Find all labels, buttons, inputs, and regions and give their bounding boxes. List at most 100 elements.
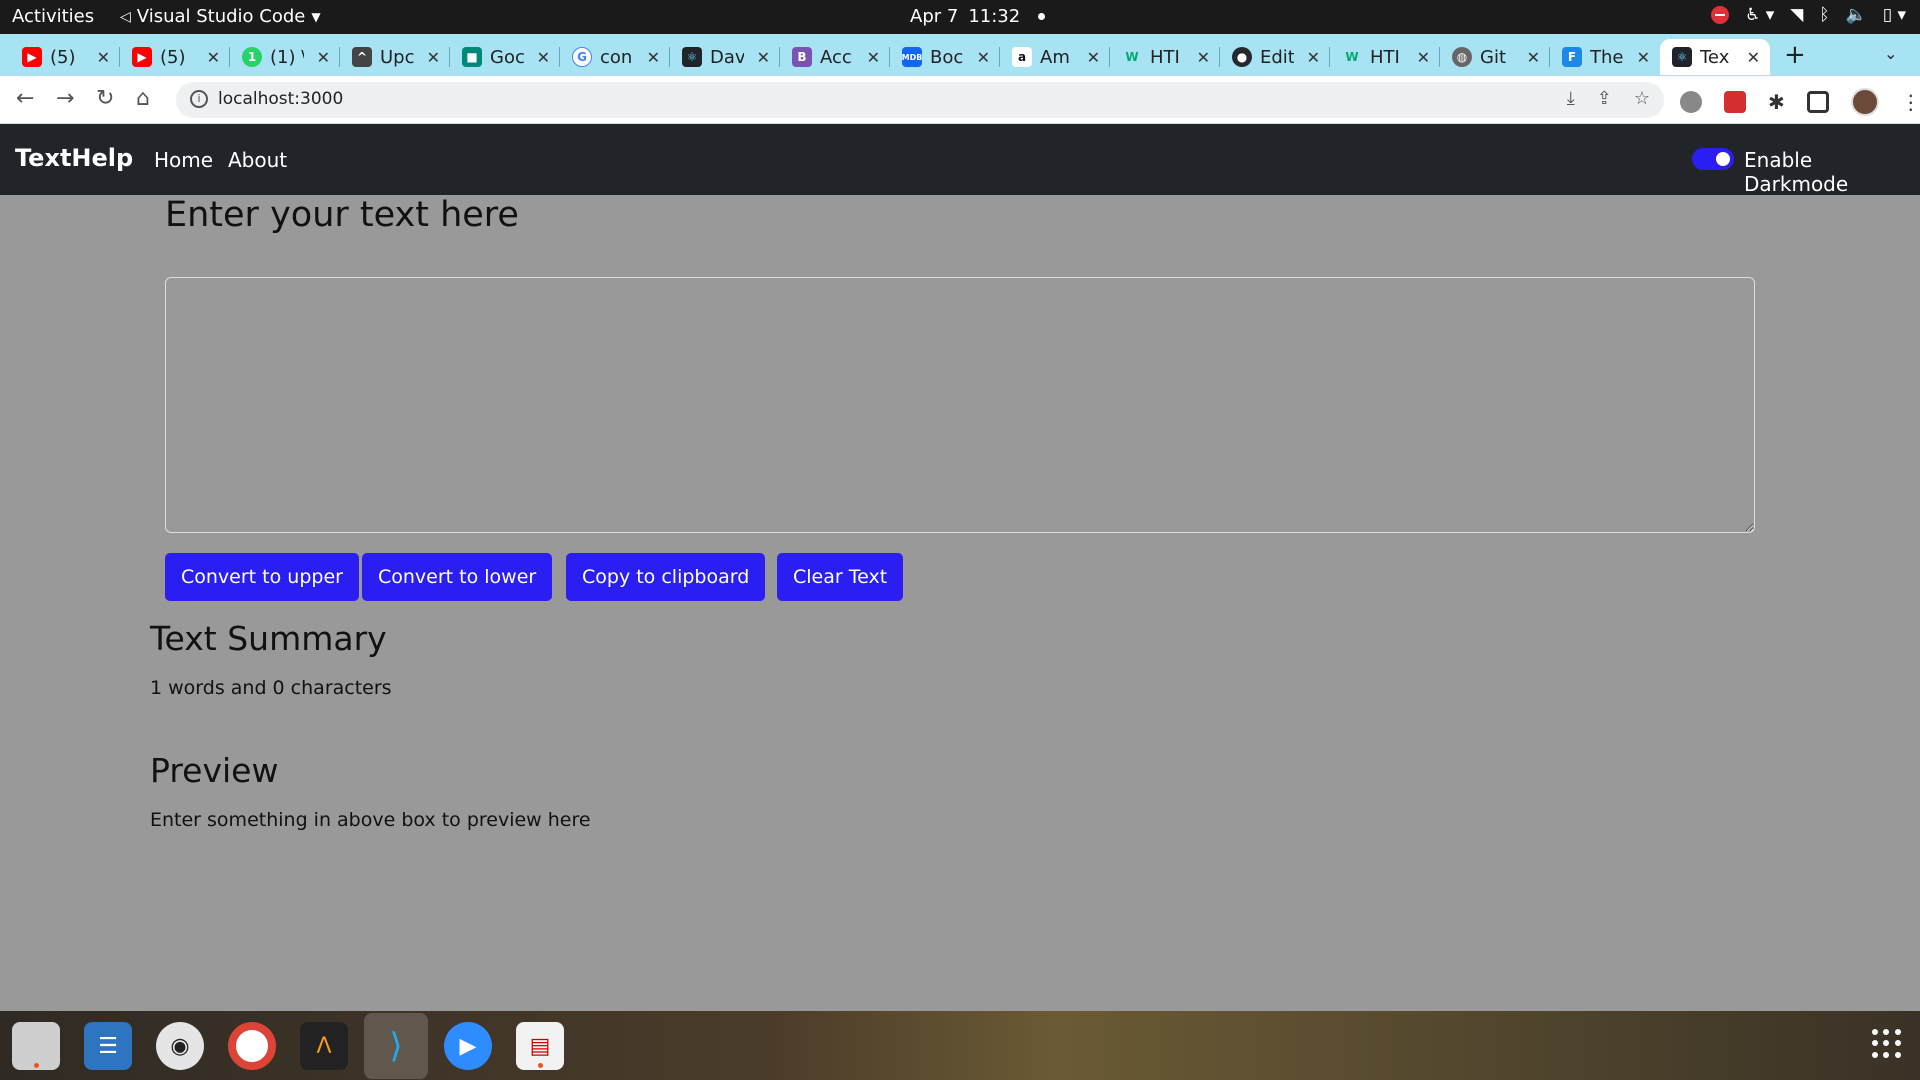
close-icon[interactable]: ✕ [1527, 48, 1540, 67]
app-name: Visual Studio Code [136, 6, 306, 27]
clear-text-button[interactable]: Clear Text [777, 553, 904, 601]
browser-tab[interactable]: G con ✕ [560, 39, 670, 75]
preview-text: Enter something in above box to preview … [150, 809, 591, 831]
browser-tab[interactable]: B Acc ✕ [780, 39, 890, 75]
darkmode-toggle[interactable] [1692, 148, 1734, 170]
install-icon[interactable]: ⤓ [1567, 88, 1575, 109]
nav-link-home[interactable]: Home [154, 148, 213, 172]
browser-tab[interactable]: ⚛ Dav ✕ [670, 39, 780, 75]
text-input[interactable] [165, 277, 1755, 533]
side-panel-icon[interactable] [1806, 91, 1829, 113]
system-top-bar: Activities ◁ Visual Studio Code ▼ Apr 7 … [0, 0, 1920, 34]
address-bar[interactable]: i localhost:3000 ⤓ ⇪ ☆ [176, 82, 1664, 118]
clock[interactable]: Apr 7 11:32 [910, 6, 1046, 27]
close-icon[interactable]: ✕ [1747, 48, 1760, 67]
activities-button[interactable]: Activities [12, 6, 94, 27]
browser-tab[interactable]: ◍ Git ✕ [1440, 39, 1550, 75]
browser-tab[interactable]: ■ Goc ✕ [450, 39, 560, 75]
close-icon[interactable]: ✕ [867, 48, 880, 67]
close-icon[interactable]: ✕ [1417, 48, 1430, 67]
system-tray[interactable]: ♿ ▾ ◥ ᛒ 🔈 ▯ ▾ [1711, 5, 1906, 25]
w3schools-icon: W [1345, 50, 1359, 64]
browser-toolbar: ← → ↻ ⌂ i localhost:3000 ⤓ ⇪ ☆ ✱ ⋮ [0, 76, 1920, 124]
nav-link-about[interactable]: About [228, 148, 287, 172]
browser-tab[interactable]: F The ✕ [1550, 39, 1660, 75]
extension-red-icon[interactable] [1724, 91, 1746, 113]
convert-lower-button[interactable]: Convert to lower [362, 553, 553, 601]
forward-icon[interactable]: → [56, 86, 74, 111]
date: Apr 7 [910, 6, 959, 27]
close-icon[interactable]: ✕ [757, 48, 770, 67]
close-icon[interactable]: ✕ [1637, 48, 1650, 67]
close-icon[interactable]: ✕ [977, 48, 990, 67]
close-icon[interactable]: ✕ [427, 48, 440, 67]
zoom-icon[interactable]: ▶ [444, 1022, 492, 1070]
reload-icon[interactable]: ↻ [96, 86, 114, 111]
browser-tab[interactable]: ^ Upc ✕ [340, 39, 450, 75]
close-icon[interactable]: ✕ [537, 48, 550, 67]
rhythmbox-icon[interactable]: ◉ [156, 1022, 204, 1070]
tab-label: Git [1480, 46, 1507, 68]
close-icon[interactable]: ✕ [207, 48, 220, 67]
notification-dot-icon [1038, 13, 1046, 20]
volume-icon: 🔈 [1845, 5, 1867, 25]
browser-tab[interactable]: ▶ (5) ✕ [120, 39, 230, 75]
chrome-icon[interactable] [228, 1022, 276, 1070]
url-text[interactable]: localhost:3000 [218, 89, 343, 109]
back-icon[interactable]: ← [16, 86, 34, 111]
browser-tab[interactable]: MDB Boc ✕ [890, 39, 1000, 75]
browser-tab[interactable]: W HTI ✕ [1330, 39, 1440, 75]
youtube-icon: ▶ [22, 47, 42, 67]
app-menu[interactable]: ◁ Visual Studio Code ▼ [120, 6, 321, 27]
bookmark-star-icon[interactable]: ☆ [1634, 88, 1650, 109]
home-icon[interactable]: ⌂ [136, 86, 150, 111]
w3schools-icon: W [1125, 50, 1139, 64]
browser-tab-active[interactable]: ⚛ Tex ✕ [1660, 39, 1770, 75]
tab-search-chevron-icon[interactable]: ⌄ [1884, 44, 1897, 63]
puzzle-icon[interactable]: ✱ [1768, 90, 1785, 114]
tab-label: Boc [930, 46, 964, 68]
browser-tab[interactable]: a Am ✕ [1000, 39, 1110, 75]
document-viewer-icon[interactable]: ▤ [516, 1022, 564, 1070]
browser-tab[interactable]: ▶ (5) ✕ [10, 39, 120, 75]
browser-tab[interactable]: W HTI ✕ [1110, 39, 1220, 75]
mdb-icon: MDB [902, 47, 922, 67]
share-icon[interactable]: ⇪ [1597, 88, 1612, 109]
extension-bug-icon[interactable] [1680, 91, 1702, 113]
google-icon: G [572, 47, 592, 67]
close-icon[interactable]: ✕ [1197, 48, 1210, 67]
tab-label: Am [1040, 46, 1070, 68]
arduino-icon[interactable]: Λ [300, 1022, 348, 1070]
copy-clipboard-button[interactable]: Copy to clipboard [566, 553, 766, 601]
browser-tab[interactable]: ● Edit ✕ [1220, 39, 1330, 75]
close-icon[interactable]: ✕ [1087, 48, 1100, 67]
browser-tab[interactable]: 1 (1) \ ✕ [230, 39, 340, 75]
vscode-icon[interactable]: ⟩ [364, 1013, 428, 1079]
tab-label: (1) \ [270, 46, 304, 68]
tab-label: Tex [1700, 46, 1730, 68]
site-info-icon[interactable]: i [190, 90, 208, 108]
files-icon[interactable] [12, 1022, 60, 1070]
close-icon[interactable]: ✕ [317, 48, 330, 67]
wifi-icon: ◥ [1790, 5, 1804, 25]
avatar[interactable] [1850, 88, 1879, 116]
extensions-area: ✱ ⋮ [1680, 88, 1920, 116]
close-icon[interactable]: ✕ [1307, 48, 1320, 67]
close-icon[interactable]: ✕ [647, 48, 660, 67]
youtube-icon: ▶ [132, 47, 152, 67]
tab-label: Upc [380, 46, 414, 68]
tab-label: Edit [1260, 46, 1294, 68]
react-icon: ⚛ [1672, 47, 1692, 67]
new-tab-button[interactable]: + [1784, 40, 1806, 70]
github-icon: ● [1232, 47, 1252, 67]
text-editor-icon[interactable]: ☰ [84, 1022, 132, 1070]
brand[interactable]: TextHelp [15, 144, 133, 172]
darkmode-label[interactable]: Enable Darkmode [1744, 148, 1920, 196]
more-menu-icon[interactable]: ⋮ [1901, 90, 1920, 114]
dock: ☰ ◉ Λ ⟩ ▶ ▤ [0, 1011, 1920, 1080]
show-apps-icon[interactable] [1872, 1029, 1902, 1059]
close-icon[interactable]: ✕ [97, 48, 110, 67]
convert-upper-button[interactable]: Convert to upper [165, 553, 359, 601]
accessibility-icon[interactable]: ♿ ▾ [1745, 5, 1774, 25]
upwork-icon: ^ [352, 47, 372, 67]
